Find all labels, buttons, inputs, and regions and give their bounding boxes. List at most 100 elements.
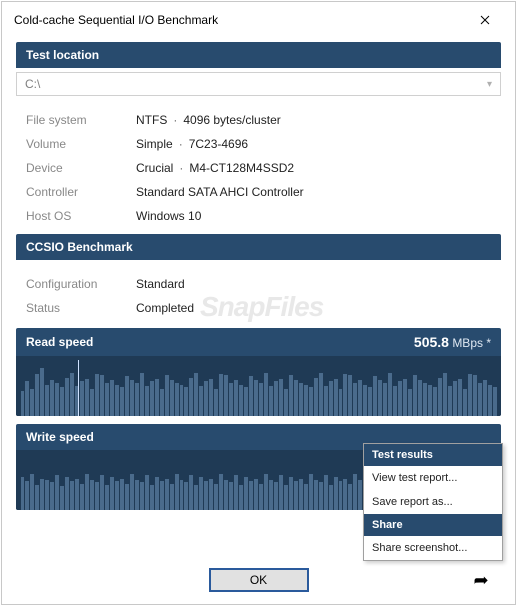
chart-bar	[383, 383, 387, 416]
chart-bar	[175, 474, 179, 510]
chart-bar	[60, 486, 64, 510]
host-label: Host OS	[26, 209, 136, 223]
chart-bar	[244, 477, 248, 510]
chart-bar	[423, 383, 427, 416]
chart-bar	[90, 480, 94, 510]
chart-bar	[438, 378, 442, 416]
chart-bar	[274, 482, 278, 510]
chart-bar	[343, 374, 347, 416]
volume-label: Volume	[26, 137, 136, 151]
chart-bar	[50, 482, 54, 510]
chart-bar	[65, 477, 69, 510]
chart-bar	[35, 485, 39, 510]
menu-share-screenshot[interactable]: Share screenshot...	[364, 536, 502, 560]
chart-bar	[388, 373, 392, 416]
chart-bar	[339, 481, 343, 510]
chart-bar	[448, 386, 452, 416]
read-value: 505.8	[414, 334, 449, 350]
chart-bar	[378, 380, 382, 416]
chart-bar	[408, 389, 412, 416]
chart-bar	[488, 385, 492, 416]
chart-bar	[279, 379, 283, 416]
chart-bar	[105, 383, 109, 416]
chart-bar	[219, 374, 223, 416]
chart-bar	[418, 380, 422, 416]
chart-bar	[135, 480, 139, 510]
chart-bar	[30, 389, 34, 416]
chart-bar	[199, 386, 203, 416]
chart-bar	[304, 385, 308, 416]
chart-bar	[343, 479, 347, 510]
chart-bar	[65, 378, 69, 416]
share-button[interactable]: ➦	[467, 568, 495, 592]
chart-bar	[348, 375, 352, 416]
menu-save-report[interactable]: Save report as...	[364, 490, 502, 514]
config-value: Standard	[136, 277, 185, 291]
volume-id: 7C23-4696	[189, 137, 248, 151]
chart-bar	[239, 385, 243, 416]
read-chart: Read speed 505.8 MBps *	[16, 328, 501, 416]
chart-bar	[75, 479, 79, 510]
chart-bar	[254, 479, 258, 510]
share-popup: Test results View test report... Save re…	[363, 443, 503, 561]
row-filesystem: File system NTFS·4096 bytes/cluster	[26, 108, 501, 132]
chart-bar	[110, 380, 114, 416]
chart-bar	[433, 387, 437, 416]
chart-bar	[458, 379, 462, 416]
chart-bar	[393, 386, 397, 416]
write-label: Write speed	[26, 430, 94, 444]
popup-header-results: Test results	[364, 444, 502, 466]
menu-view-report[interactable]: View test report...	[364, 466, 502, 490]
chart-bar	[428, 385, 432, 416]
chart-bar	[314, 480, 318, 510]
chart-bar	[85, 379, 89, 416]
row-device: Device Crucial·M4-CT128M4SSD2	[26, 156, 501, 180]
fs-type: NTFS	[136, 113, 167, 127]
chart-bar	[184, 387, 188, 416]
read-value-display: 505.8 MBps *	[414, 334, 491, 350]
chart-bar	[279, 475, 283, 510]
chart-bar	[155, 379, 159, 416]
chart-bar	[70, 481, 74, 510]
chart-bar	[214, 484, 218, 510]
status-value: Completed	[136, 301, 194, 315]
controller-value: Standard SATA AHCI Controller	[136, 185, 304, 199]
chart-bar	[289, 375, 293, 416]
row-config: Configuration Standard	[26, 272, 501, 296]
chart-bar	[319, 482, 323, 510]
chart-bar	[100, 375, 104, 416]
chart-bar	[334, 379, 338, 416]
footer: OK ➦	[2, 558, 515, 604]
chart-bar	[95, 482, 99, 510]
chart-bar	[214, 389, 218, 416]
chart-bar	[45, 480, 49, 510]
chart-bar	[244, 387, 248, 416]
drive-combo[interactable]: C:\ ▾	[16, 72, 501, 96]
chart-bar	[189, 378, 193, 416]
chart-bar	[170, 380, 174, 416]
chart-bar	[189, 475, 193, 510]
chart-bar	[368, 387, 372, 416]
chart-bar	[160, 389, 164, 416]
chart-bar	[309, 387, 313, 416]
chart-bar	[160, 481, 164, 510]
chart-bar	[180, 385, 184, 416]
chart-bar	[175, 383, 179, 416]
chart-bar	[443, 373, 447, 416]
chart-bar	[115, 385, 119, 416]
device-vendor: Crucial	[136, 161, 173, 175]
fs-cluster: 4096 bytes/cluster	[183, 113, 280, 127]
close-button[interactable]	[465, 8, 505, 32]
chart-bar	[25, 381, 29, 416]
ok-button[interactable]: OK	[209, 568, 309, 592]
chart-bar	[324, 475, 328, 510]
chart-bar	[115, 481, 119, 510]
chart-bar	[329, 381, 333, 416]
popup-header-share: Share	[364, 514, 502, 536]
chart-bar	[125, 484, 129, 510]
chart-bar	[184, 482, 188, 510]
chart-bar	[234, 475, 238, 510]
chart-bar	[224, 480, 228, 510]
chart-bar	[289, 477, 293, 510]
chart-bar	[140, 482, 144, 510]
